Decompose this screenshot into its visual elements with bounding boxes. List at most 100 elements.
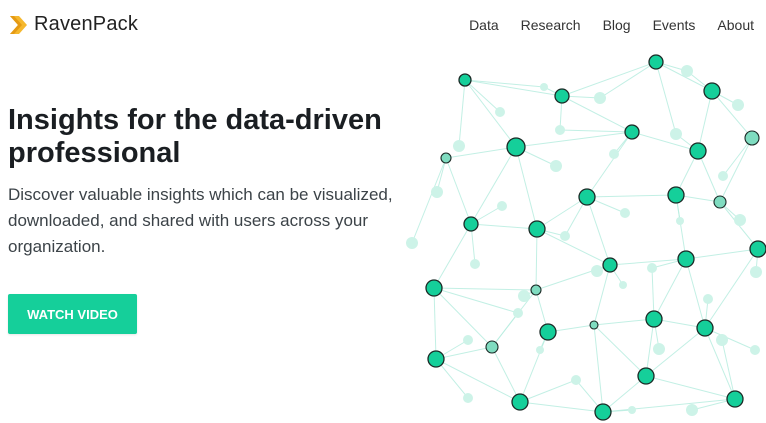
network-node xyxy=(628,406,636,414)
network-node xyxy=(734,214,746,226)
hero-title-line1: Insights for the data-driven xyxy=(8,104,382,136)
network-node xyxy=(530,284,542,296)
network-node xyxy=(540,83,548,91)
network-edge xyxy=(515,146,538,230)
watch-video-button[interactable]: WATCH VIDEO xyxy=(8,294,137,334)
network-edge xyxy=(593,324,647,377)
network-node xyxy=(536,346,544,354)
network-node xyxy=(594,92,606,104)
network-node xyxy=(749,240,766,258)
network-edge xyxy=(519,379,577,403)
network-edge xyxy=(433,287,537,291)
network-edge xyxy=(470,223,538,230)
network-node xyxy=(539,323,557,341)
network-edge xyxy=(458,79,466,147)
nav-item-events[interactable]: Events xyxy=(653,17,696,33)
network-node xyxy=(703,294,713,304)
brand-name: RavenPack xyxy=(34,13,139,35)
network-edge xyxy=(435,358,521,403)
network-node xyxy=(670,128,682,140)
network-edge xyxy=(685,248,759,260)
network-node xyxy=(619,281,627,289)
network-node xyxy=(744,130,760,146)
network-node xyxy=(458,73,472,87)
network-edge xyxy=(464,79,517,148)
network-node xyxy=(528,220,546,238)
network-edge xyxy=(559,129,633,133)
network-node xyxy=(554,88,570,104)
network-node xyxy=(696,319,714,337)
network-node xyxy=(624,124,640,140)
network-node xyxy=(647,263,657,273)
network-edge xyxy=(586,196,611,266)
network-edge xyxy=(535,228,538,291)
network-node xyxy=(463,335,473,345)
network-node xyxy=(591,265,603,277)
network-edge xyxy=(593,318,655,326)
network-edge xyxy=(561,61,657,97)
network-node xyxy=(732,99,744,111)
hero-subtitle: Discover valuable insights which can be … xyxy=(8,182,408,260)
network-node xyxy=(495,107,505,117)
network-edge xyxy=(470,146,517,225)
network-node xyxy=(716,334,728,346)
network-node xyxy=(713,195,727,209)
network-edge xyxy=(433,223,472,289)
network-node xyxy=(406,237,418,249)
network-node xyxy=(686,404,698,416)
nav-item-blog[interactable]: Blog xyxy=(603,17,631,33)
nav-item-data[interactable]: Data xyxy=(469,17,499,33)
network-edge xyxy=(586,194,677,198)
network-node xyxy=(427,350,445,368)
network-node xyxy=(637,367,655,385)
network-graph-illustration xyxy=(400,50,766,423)
network-node xyxy=(726,390,744,408)
network-edge xyxy=(655,61,677,135)
network-node xyxy=(653,343,665,355)
network-edge xyxy=(593,324,604,413)
network-edge xyxy=(586,131,633,198)
nav-item-research[interactable]: Research xyxy=(521,17,581,33)
network-edge xyxy=(645,375,736,400)
network-node xyxy=(425,279,443,297)
logo[interactable]: RavenPack xyxy=(10,13,138,36)
network-edge xyxy=(519,401,604,413)
network-node xyxy=(602,257,618,273)
network-edge xyxy=(491,346,521,403)
network-edge xyxy=(631,131,699,152)
network-edge xyxy=(536,228,611,266)
network-node xyxy=(497,201,507,211)
nav-item-about[interactable]: About xyxy=(717,17,754,33)
network-node xyxy=(750,345,760,355)
network-edge xyxy=(685,258,706,329)
network-edge xyxy=(704,248,759,329)
network-node xyxy=(506,137,526,157)
network-node xyxy=(689,142,707,160)
network-edge xyxy=(721,339,736,400)
network-edge xyxy=(599,61,657,99)
main-nav: Data Research Blog Events About xyxy=(447,17,754,33)
network-node xyxy=(594,403,612,421)
network-edge xyxy=(515,131,633,148)
hero-title-line2: professional xyxy=(8,137,181,169)
network-node xyxy=(750,266,762,278)
network-node xyxy=(485,340,499,354)
network-node xyxy=(550,160,562,172)
network-node xyxy=(518,290,530,302)
network-edge xyxy=(697,90,713,152)
network-node xyxy=(555,125,565,135)
network-edge xyxy=(711,90,753,139)
network-edge xyxy=(433,287,437,360)
network-node xyxy=(609,149,619,159)
network-node xyxy=(648,54,664,70)
network-edge xyxy=(653,258,687,320)
network-edge xyxy=(411,157,447,244)
site-header: RavenPack Data Research Blog Events Abou… xyxy=(0,0,766,52)
hero-subtitle-line1: Discover valuable insights which can be … xyxy=(8,185,393,204)
hero-title: Insights for the data-driven professiona… xyxy=(8,104,408,170)
network-node xyxy=(440,152,452,164)
network-edge xyxy=(445,157,472,225)
network-node xyxy=(676,217,684,225)
network-node xyxy=(703,82,721,100)
network-node xyxy=(463,393,473,403)
